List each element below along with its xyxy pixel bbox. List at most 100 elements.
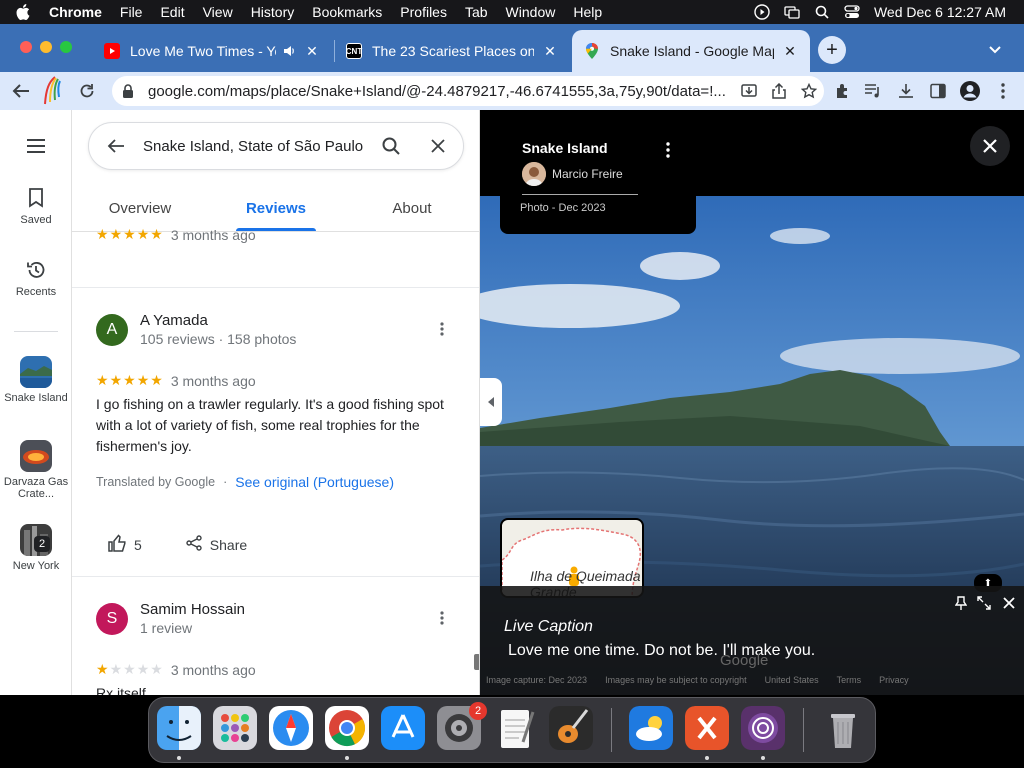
close-caption-icon[interactable] bbox=[1002, 596, 1016, 610]
app-store-icon[interactable] bbox=[381, 706, 425, 750]
reviewer-meta: 105 reviews · 158 photos bbox=[140, 331, 297, 347]
browser-toolbar: google.com/maps/place/Snake+Island/@-24.… bbox=[0, 72, 1024, 110]
chrome-menu-icon[interactable] bbox=[992, 80, 1014, 102]
side-panel-icon[interactable] bbox=[927, 80, 949, 102]
footer-region[interactable]: United States bbox=[765, 675, 819, 685]
rail-recents[interactable]: Recents bbox=[0, 260, 72, 298]
close-tab-icon[interactable]: ✕ bbox=[542, 43, 558, 60]
screen-mirroring-icon[interactable] bbox=[784, 4, 800, 20]
close-tab-icon[interactable]: ✕ bbox=[782, 43, 798, 60]
screen: Chrome File Edit View History Bookmarks … bbox=[0, 0, 1024, 768]
share-icon[interactable] bbox=[764, 83, 794, 99]
profile-avatar-icon[interactable] bbox=[958, 79, 982, 103]
dock-separator bbox=[611, 708, 612, 752]
clear-search-icon[interactable] bbox=[413, 139, 463, 153]
menu-app-name[interactable]: Chrome bbox=[40, 4, 111, 20]
menu-edit[interactable]: Edit bbox=[151, 4, 193, 20]
back-arrow-icon[interactable] bbox=[89, 138, 143, 154]
google-maps-icon bbox=[584, 43, 600, 59]
menu-history[interactable]: History bbox=[242, 4, 304, 20]
hamburger-menu-icon[interactable] bbox=[0, 138, 72, 157]
darvaza-thumbnail bbox=[20, 440, 52, 472]
textedit-icon[interactable] bbox=[493, 706, 537, 750]
finder-icon[interactable] bbox=[157, 706, 201, 750]
extensions-icon[interactable] bbox=[832, 80, 854, 102]
like-button[interactable]: 5 bbox=[108, 534, 142, 555]
spotlight-search-icon[interactable] bbox=[814, 4, 830, 20]
photo-author[interactable]: Marcio Freire bbox=[522, 162, 623, 186]
review-date: 3 months ago bbox=[170, 661, 256, 678]
photo-place-name[interactable]: Snake Island bbox=[522, 140, 608, 156]
install-app-icon[interactable] bbox=[734, 83, 764, 99]
author-name: Marcio Freire bbox=[552, 167, 623, 181]
footer-copyright: Images may be subject to copyright bbox=[605, 675, 747, 685]
chrome-icon[interactable] bbox=[325, 706, 369, 750]
footer-privacy[interactable]: Privacy bbox=[879, 675, 909, 685]
rail-recent-darvaza[interactable]: Darvaza Gas Crate... bbox=[0, 440, 72, 500]
menu-file[interactable]: File bbox=[111, 4, 152, 20]
menu-clock[interactable]: Wed Dec 6 12:27 AM bbox=[874, 4, 1006, 20]
garageband-icon[interactable] bbox=[549, 706, 593, 750]
cnt-favicon-icon: CNT bbox=[346, 43, 362, 59]
media-controls-icon[interactable] bbox=[862, 80, 884, 102]
more-options-icon[interactable] bbox=[666, 142, 670, 163]
url-text[interactable]: google.com/maps/place/Snake+Island/@-24.… bbox=[148, 83, 734, 100]
lock-icon[interactable] bbox=[122, 83, 138, 99]
expand-caption-icon[interactable] bbox=[977, 596, 991, 610]
menu-tab[interactable]: Tab bbox=[456, 4, 497, 20]
launchpad-icon[interactable] bbox=[213, 706, 257, 750]
weather-icon[interactable] bbox=[629, 706, 673, 750]
running-indicator bbox=[177, 756, 181, 760]
see-original-link[interactable]: See original (Portuguese) bbox=[235, 474, 394, 490]
safari-icon[interactable] bbox=[269, 706, 313, 750]
rail-divider bbox=[14, 331, 58, 332]
search-box[interactable]: Snake Island, State of São Paulo bbox=[88, 122, 464, 170]
menu-window[interactable]: Window bbox=[497, 4, 565, 20]
menu-view[interactable]: View bbox=[194, 4, 242, 20]
reload-icon[interactable] bbox=[76, 80, 98, 102]
translation-note: Translated by Google · See original (Por… bbox=[96, 474, 394, 490]
close-tab-icon[interactable]: ✕ bbox=[304, 43, 320, 60]
rail-recent-new-york[interactable]: 2 New York bbox=[0, 524, 72, 572]
share-button[interactable]: Share bbox=[186, 535, 247, 554]
remote-desktop-icon[interactable] bbox=[685, 706, 729, 750]
pin-icon[interactable] bbox=[954, 596, 968, 610]
close-window-button[interactable] bbox=[20, 41, 32, 53]
apple-icon[interactable] bbox=[14, 3, 32, 21]
review-item: ★ ★ ★ ★ ★ 3 months ago bbox=[72, 222, 479, 272]
control-center-icon[interactable] bbox=[844, 4, 860, 20]
review-header: S Samim Hossain 1 review bbox=[96, 601, 245, 636]
speaker-icon[interactable] bbox=[282, 44, 296, 58]
menu-profiles[interactable]: Profiles bbox=[391, 4, 456, 20]
search-icon[interactable] bbox=[369, 137, 413, 155]
menu-help[interactable]: Help bbox=[564, 4, 611, 20]
trash-icon[interactable] bbox=[821, 706, 865, 750]
back-arrow-icon[interactable] bbox=[10, 80, 32, 102]
review-header: A A Yamada 105 reviews · 158 photos bbox=[96, 312, 296, 347]
tab-cnt-article[interactable]: CNT The 23 Scariest Places on Earth ✕ bbox=[334, 30, 570, 72]
close-viewer-button[interactable] bbox=[970, 126, 1010, 166]
tor-browser-icon[interactable] bbox=[741, 706, 785, 750]
minimize-window-button[interactable] bbox=[40, 41, 52, 53]
avatar[interactable]: S bbox=[96, 603, 128, 635]
more-options-icon[interactable] bbox=[434, 322, 450, 342]
reviewer-name[interactable]: A Yamada bbox=[140, 312, 296, 329]
avatar[interactable]: A bbox=[96, 314, 128, 346]
tab-google-maps[interactable]: Snake Island - Google Maps ✕ bbox=[572, 30, 810, 72]
menu-bookmarks[interactable]: Bookmarks bbox=[303, 4, 391, 20]
tab-youtube[interactable]: Love Me Two Times - YouTube ✕ bbox=[92, 30, 332, 72]
more-options-icon[interactable] bbox=[434, 611, 450, 631]
rail-saved[interactable]: Saved bbox=[0, 188, 72, 226]
footer-terms[interactable]: Terms bbox=[837, 675, 862, 685]
zoom-window-button[interactable] bbox=[60, 41, 72, 53]
search-input[interactable]: Snake Island, State of São Paulo bbox=[143, 138, 369, 155]
bookmark-star-icon[interactable] bbox=[794, 83, 824, 99]
reviewer-name[interactable]: Samim Hossain bbox=[140, 601, 245, 618]
rail-recent-snake-island[interactable]: Snake Island bbox=[0, 356, 72, 404]
new-tab-button[interactable]: + bbox=[818, 36, 846, 64]
address-bar[interactable]: google.com/maps/place/Snake+Island/@-24.… bbox=[112, 76, 824, 106]
collapse-panel-button[interactable] bbox=[480, 378, 502, 426]
play-icon[interactable] bbox=[754, 4, 770, 20]
chevron-down-icon[interactable] bbox=[985, 38, 1005, 62]
download-icon[interactable] bbox=[895, 80, 917, 102]
